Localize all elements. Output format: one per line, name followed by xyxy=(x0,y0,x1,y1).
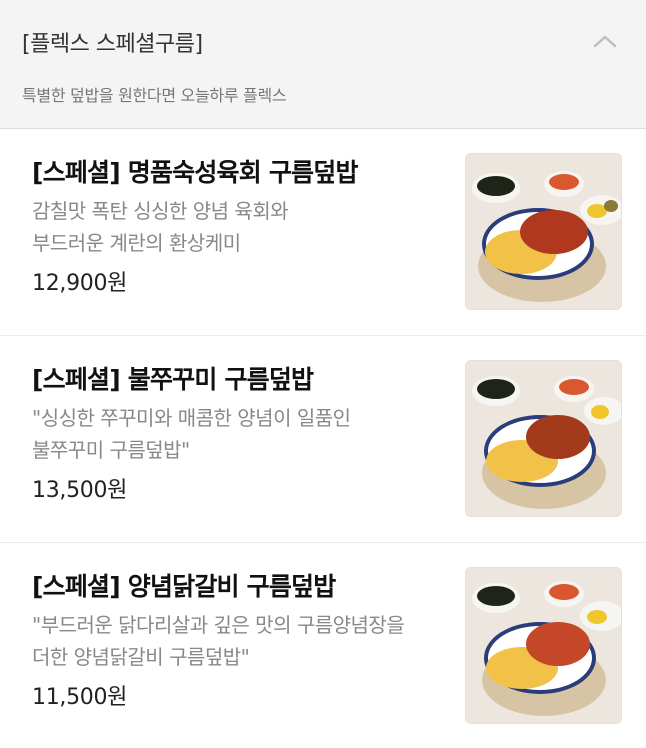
menu-price: 13,500원 xyxy=(32,478,128,503)
chevron-up-icon xyxy=(593,35,617,48)
menu-name: [스페셜] 불쭈꾸미 구름덮밥 xyxy=(32,365,314,394)
menu-description-line: "부드러운 닭다리살과 깊은 맛의 구름양념장을 xyxy=(32,613,405,637)
menu-photo xyxy=(465,360,622,517)
menu-name: [스페셜] 양념닭갈비 구름덮밥 xyxy=(32,572,336,601)
menu-item[interactable]: [스페셜] 불쭈꾸미 구름덮밥 "싱싱한 쭈꾸미와 매콤한 양념이 일품인 불쭈… xyxy=(0,336,646,543)
menu-description: 감칠맛 폭탄 싱싱한 양념 육회와 부드러운 계란의 환상케미 xyxy=(32,195,444,259)
collapse-button[interactable] xyxy=(590,26,620,56)
menu-photo xyxy=(465,567,622,724)
menu-description-line: 감칠맛 폭탄 싱싱한 양념 육회와 xyxy=(32,199,289,223)
section-description: 특별한 덮밥을 원한다면 오늘하루 플렉스 xyxy=(22,86,287,105)
menu-description-line: 부드러운 계란의 환상케미 xyxy=(32,231,241,255)
menu-description: "부드러운 닭다리살과 깊은 맛의 구름양념장을 더한 양념닭갈비 구름덮밥" xyxy=(32,609,444,673)
menu-description-line: 더한 양념닭갈비 구름덮밥" xyxy=(32,645,250,669)
menu-item[interactable]: [스페셜] 명품숙성육회 구름덮밥 감칠맛 폭탄 싱싱한 양념 육회와 부드러운… xyxy=(0,129,646,336)
section-header[interactable]: [플렉스 스페셜구름] 특별한 덮밥을 원한다면 오늘하루 플렉스 xyxy=(0,0,646,129)
menu-photo xyxy=(465,153,622,310)
menu-item[interactable]: [스페셜] 양념닭갈비 구름덮밥 "부드러운 닭다리살과 깊은 맛의 구름양념장… xyxy=(0,543,646,748)
topping xyxy=(526,415,590,459)
menu-list: [스페셜] 명품숙성육회 구름덮밥 감칠맛 폭탄 싱싱한 양념 육회와 부드러운… xyxy=(0,129,646,748)
menu-description-line: "싱싱한 쭈꾸미와 매콤한 양념이 일품인 xyxy=(32,406,351,430)
menu-price: 12,900원 xyxy=(32,271,128,296)
menu-description-line: 불쭈꾸미 구름덮밥" xyxy=(32,438,190,462)
topping xyxy=(526,622,590,666)
menu-description: "싱싱한 쭈꾸미와 매콤한 양념이 일품인 불쭈꾸미 구름덮밥" xyxy=(32,402,444,466)
topping xyxy=(520,210,588,254)
menu-name: [스페셜] 명품숙성육회 구름덮밥 xyxy=(32,158,358,187)
section-title: [플렉스 스페셜구름] xyxy=(22,32,203,57)
menu-price: 11,500원 xyxy=(32,685,128,710)
